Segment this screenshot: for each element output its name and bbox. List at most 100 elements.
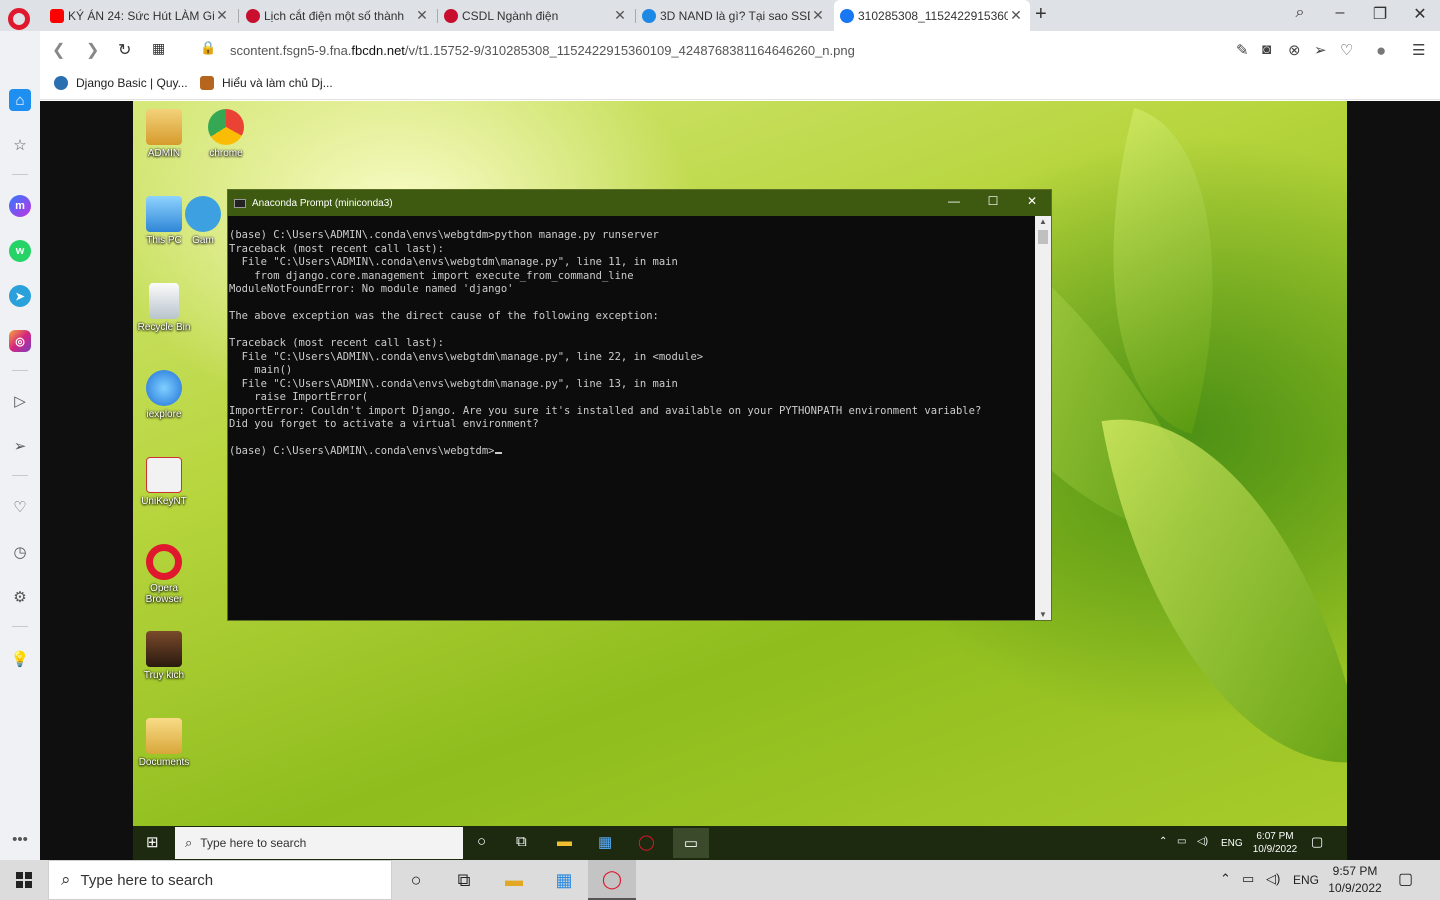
desktop-icon-label: Opera Browser <box>145 583 183 605</box>
windows-start-icon[interactable]: ⊞ <box>146 833 159 851</box>
anaconda-prompt-window[interactable]: Anaconda Prompt (miniconda3) — ☐ ✕ (base… <box>227 189 1052 621</box>
desktop-icon-label: Truy kich <box>143 670 185 681</box>
instagram-icon[interactable]: ◎ <box>9 330 31 352</box>
tab-3d-nand[interactable]: 3D NAND là gì? Tại sao SSD ✕ <box>636 0 832 31</box>
browser-tab-bar: KÝ ÁN 24: Sức Hút LÀM Gi ✕ Lịch cắt điện… <box>0 0 1440 31</box>
vertical-scrollbar[interactable]: ▲ ▼ <box>1035 216 1051 620</box>
scrollbar-thumb[interactable] <box>1038 230 1048 244</box>
tab-title: 310285308_1152422915360 <box>858 8 1008 23</box>
maximize-icon[interactable]: ☐ <box>978 194 1008 208</box>
volume-icon[interactable]: ◁) <box>1197 835 1208 848</box>
documents-folder-icon <box>146 718 182 754</box>
cortana-circle-icon[interactable]: ○ <box>477 833 486 850</box>
tab-youtube[interactable]: KÝ ÁN 24: Sức Hút LÀM Gi ✕ <box>44 0 236 31</box>
unikey-icon <box>146 457 182 493</box>
file-explorer-icon[interactable]: ▬ <box>490 860 538 900</box>
notification-icon[interactable]: ▢ <box>1311 835 1323 848</box>
screenshot-image: ADMIN chrome This PC Gam Recycle Bin iex… <box>133 101 1347 860</box>
settings-gear-icon[interactable]: ⚙ <box>9 586 31 608</box>
notification-icon[interactable]: ▢ <box>1398 869 1413 889</box>
start-button[interactable] <box>0 860 48 900</box>
console-taskbar-icon[interactable]: ▭ <box>673 828 709 858</box>
scroll-down-arrow-icon[interactable]: ▼ <box>1035 610 1051 619</box>
tray-chevron-icon[interactable]: ⌃ <box>1159 835 1167 848</box>
lightbulb-icon[interactable]: 💡 <box>9 648 31 670</box>
opera-icon[interactable]: ◯ <box>638 833 655 851</box>
desktop-icon-chrome[interactable]: chrome <box>197 109 255 159</box>
close-icon[interactable]: ✕ <box>414 7 430 24</box>
restore-icon[interactable]: ❐ <box>1365 4 1395 24</box>
task-view-icon[interactable]: ⧉ <box>440 860 488 900</box>
more-icon[interactable]: ••• <box>9 828 31 850</box>
evn-icon <box>246 8 260 23</box>
back-icon[interactable]: ❮ <box>52 40 65 60</box>
close-icon[interactable]: ✕ <box>1008 7 1024 24</box>
network-icon[interactable]: ▭ <box>1177 835 1186 848</box>
home-icon[interactable]: ⌂ <box>9 89 31 111</box>
opera-taskbar-icon[interactable]: ◯ <box>588 860 636 900</box>
minimize-icon[interactable]: – <box>1325 4 1355 22</box>
scroll-up-arrow-icon[interactable]: ▲ <box>1035 217 1051 226</box>
camera-icon[interactable]: ◙ <box>1262 41 1271 58</box>
window-title-bar[interactable]: Anaconda Prompt (miniconda3) — ☐ ✕ <box>228 190 1051 216</box>
desktop-icon-documents[interactable]: Documents <box>135 718 193 768</box>
telegram-icon[interactable]: ➤ <box>9 285 31 307</box>
tray-chevron-icon[interactable]: ⌃ <box>1220 871 1231 887</box>
send-icon[interactable]: ➢ <box>1314 41 1327 59</box>
history-clock-icon[interactable]: ◷ <box>9 541 31 563</box>
desktop-icon-truy-kich[interactable]: Truy kich <box>135 631 193 681</box>
messenger-icon[interactable]: m <box>9 195 31 217</box>
block-ads-icon[interactable]: ⊗ <box>1288 41 1301 59</box>
desktop-icon-recycle-bin[interactable]: Recycle Bin <box>135 283 193 333</box>
search-tabs-icon[interactable]: ⌕ <box>1285 4 1315 22</box>
speed-dial-icon[interactable]: ▦ <box>152 40 165 57</box>
whatsapp-icon[interactable]: w <box>9 240 31 262</box>
heart-icon[interactable]: ♡ <box>1340 41 1353 59</box>
reload-icon[interactable]: ↻ <box>118 40 131 60</box>
url-field[interactable]: scontent.fsgn5-9.fna.fbcdn.net/v/t1.1575… <box>230 43 855 58</box>
heart-icon[interactable]: ♡ <box>9 496 31 518</box>
desktop-icon-admin[interactable]: ADMIN <box>135 109 193 159</box>
bookmark-hieu-va-lam-chu[interactable]: Hiểu và làm chủ Dj... <box>200 76 333 90</box>
desktop-icon-opera[interactable]: Opera Browser <box>135 544 193 605</box>
close-icon[interactable]: ✕ <box>1017 194 1047 208</box>
inner-search-box[interactable]: ⌕ Type here to search <box>175 827 463 859</box>
forward-icon[interactable]: ❯ <box>86 40 99 60</box>
language-indicator[interactable]: ENG <box>1221 837 1243 850</box>
opera-menu-icon[interactable] <box>8 8 30 30</box>
language-indicator[interactable]: ENG <box>1293 873 1319 887</box>
console-output[interactable]: (base) C:\Users\ADMIN\.conda\envs\webgtd… <box>228 216 1036 620</box>
network-icon[interactable]: ▭ <box>1242 871 1254 887</box>
inner-windows-taskbar: ⊞ ⌕ Type here to search ○ ⧉ ▬ ▦ ◯ ▭ ⌃ ▭ … <box>133 826 1347 860</box>
task-view-icon[interactable]: ⧉ <box>516 833 527 850</box>
taskbar-search-box[interactable]: ⌕ Type here to search <box>48 860 392 900</box>
taskbar-clock[interactable]: 9:57 PM 10/9/2022 <box>1320 863 1390 897</box>
store-icon[interactable]: ▦ <box>598 833 612 851</box>
new-tab-plus-icon[interactable]: + <box>1035 3 1047 26</box>
cortana-circle-icon[interactable]: ○ <box>392 860 440 900</box>
edit-icon[interactable]: ✎ <box>1236 41 1249 59</box>
minimize-icon[interactable]: — <box>939 194 969 208</box>
desktop-icon-game[interactable]: Gam <box>183 196 223 246</box>
close-window-icon[interactable]: ✕ <box>1405 4 1435 24</box>
star-icon[interactable]: ☆ <box>9 134 31 156</box>
tab-csdl-nganh-dien[interactable]: CSDL Ngành điện ✕ <box>438 0 634 31</box>
volume-icon[interactable]: ◁) <box>1266 871 1280 887</box>
close-icon[interactable]: ✕ <box>612 7 628 24</box>
close-icon[interactable]: ✕ <box>214 7 230 24</box>
lock-icon[interactable]: 🔒 <box>200 40 216 56</box>
player-icon[interactable]: ▷ <box>9 390 31 412</box>
tab-lich-cat-dien[interactable]: Lịch cắt điện một số thành ✕ <box>240 0 436 31</box>
profile-avatar-icon[interactable]: ● <box>1376 41 1386 61</box>
store-icon[interactable]: ▦ <box>540 860 588 900</box>
send-icon[interactable]: ➢ <box>9 435 31 457</box>
file-explorer-icon[interactable]: ▬ <box>557 833 572 850</box>
easy-setup-icon[interactable]: ☰ <box>1412 41 1425 59</box>
desktop-icon-unikey[interactable]: UniKeyNT <box>135 457 193 507</box>
close-icon[interactable]: ✕ <box>810 7 826 24</box>
tab-fbcdn-image[interactable]: 310285308_1152422915360 ✕ <box>834 0 1030 31</box>
desktop-icon-iexplore[interactable]: iexplore <box>135 370 193 420</box>
inner-clock[interactable]: 6:07 PM 10/9/2022 <box>1248 830 1302 856</box>
bookmark-django-basic[interactable]: Django Basic | Quy... <box>54 76 188 90</box>
desktop-icon-label: Gam <box>192 235 214 246</box>
